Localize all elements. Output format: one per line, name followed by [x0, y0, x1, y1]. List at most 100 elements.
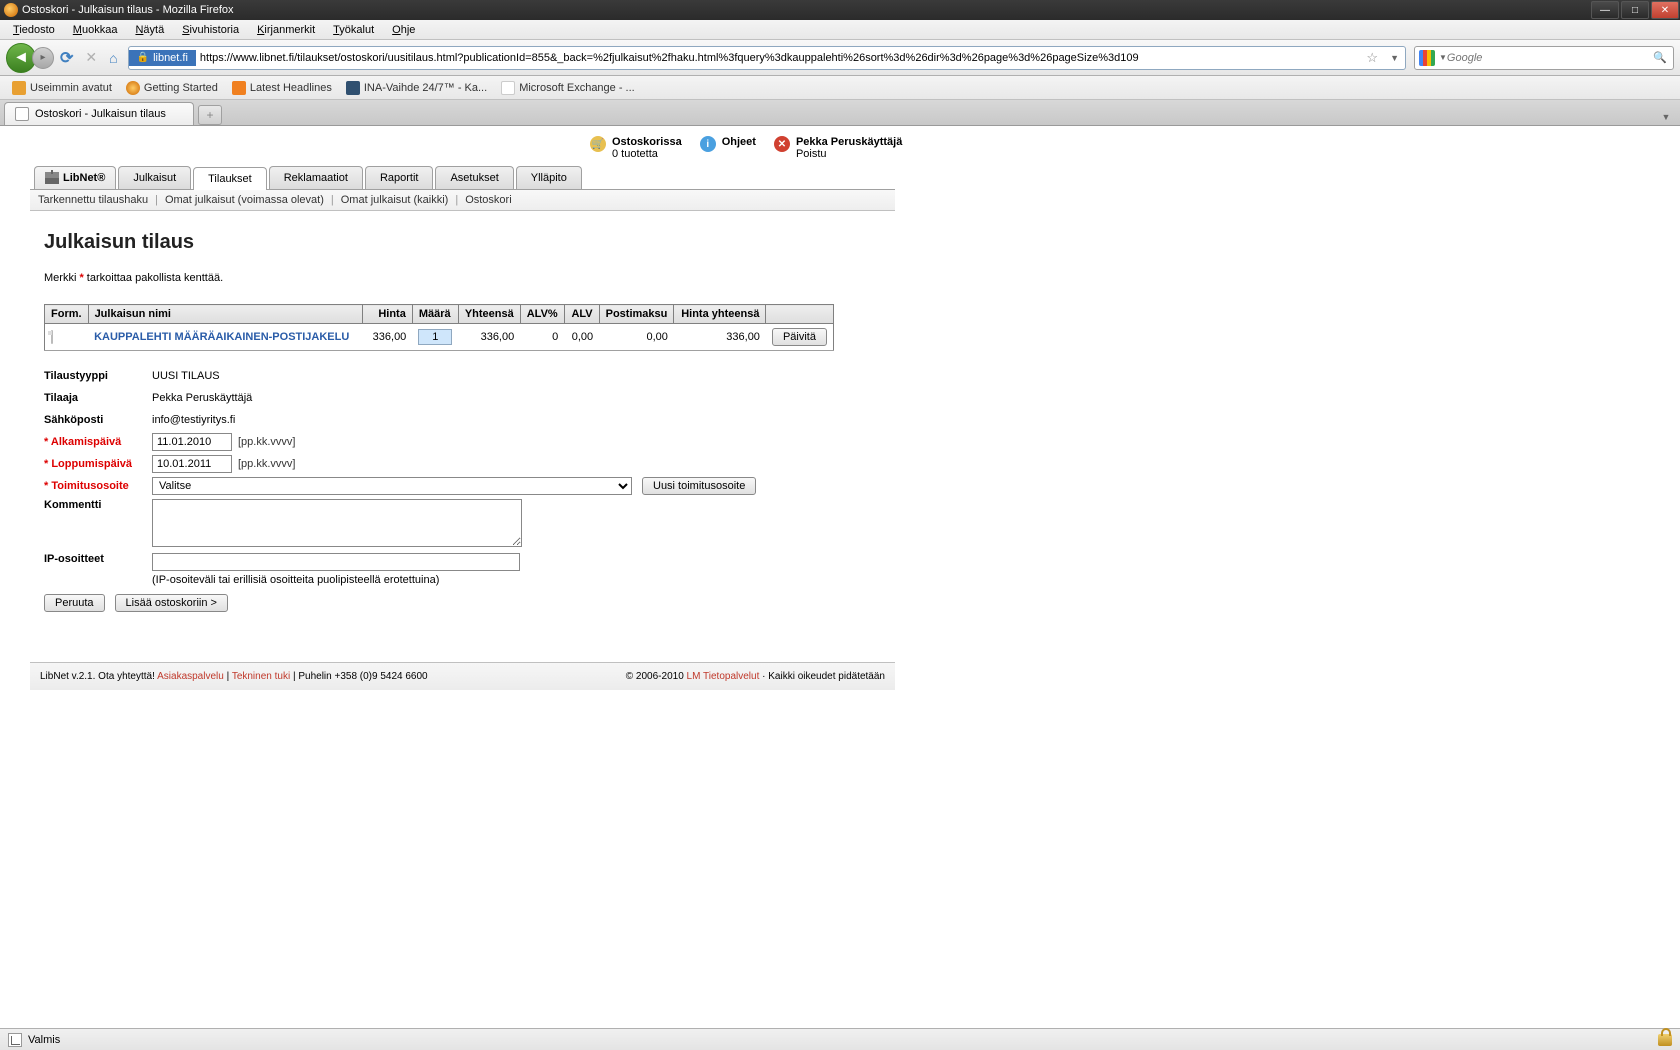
start-date-hint: [pp.kk.vvvv]: [238, 436, 295, 448]
folder-icon: [12, 81, 26, 95]
url-dropdown-icon[interactable]: ▼: [1384, 53, 1405, 63]
menu-tools[interactable]: Työkalut: [324, 22, 383, 38]
bookmark-most-visited[interactable]: Useimmin avatut: [6, 79, 118, 97]
home-button[interactable]: ⌂: [109, 50, 117, 66]
browser-tab[interactable]: Ostoskori - Julkaisun tilaus: [4, 102, 194, 125]
end-date-input[interactable]: [152, 455, 232, 473]
status-text: Valmis: [28, 1034, 60, 1046]
menu-file[interactable]: Tiedosto: [4, 22, 64, 38]
tab-raportit[interactable]: Raportit: [365, 166, 434, 189]
add-to-cart-button[interactable]: Lisää ostoskoriin >: [115, 594, 228, 612]
close-button[interactable]: ✕: [1651, 1, 1679, 19]
minimize-button[interactable]: —: [1591, 1, 1619, 19]
user-link[interactable]: ✕ Pekka PeruskäyttäjäPoistu: [774, 136, 902, 160]
brand-tab[interactable]: LibNet®: [34, 166, 116, 189]
sub-nav: Tarkennettu tilaushaku| Omat julkaisut (…: [30, 189, 895, 211]
tab-tilaukset[interactable]: Tilaukset: [193, 167, 267, 190]
comment-textarea[interactable]: [152, 499, 522, 547]
statusbar-icon: [8, 1033, 22, 1047]
bookmark-latest-headlines[interactable]: Latest Headlines: [226, 79, 338, 97]
table-header-row: Form. Julkaisun nimi Hinta Määrä Yhteens…: [45, 305, 834, 324]
col-vat: ALV: [564, 305, 599, 324]
subnav-own-active[interactable]: Omat julkaisut (voimassa olevat): [165, 194, 324, 206]
page-title: Julkaisun tilaus: [44, 231, 881, 254]
bookmark-exchange[interactable]: Microsoft Exchange - ...: [495, 79, 641, 97]
search-input[interactable]: [1447, 52, 1647, 64]
col-post: Postimaksu: [599, 305, 674, 324]
label-ip: IP-osoitteet: [44, 553, 152, 565]
stop-button[interactable]: ✕: [85, 49, 97, 66]
tab-bar: Ostoskori - Julkaisun tilaus + ▼: [0, 100, 1680, 126]
col-name: Julkaisun nimi: [88, 305, 363, 324]
maximize-button[interactable]: □: [1621, 1, 1649, 19]
col-qty: Määrä: [412, 305, 458, 324]
user-bar: 🛒 Ostoskorissa0 tuotetta i Ohjeet ✕ Pekk…: [30, 136, 1680, 160]
tab-reklamaatiot[interactable]: Reklamaatiot: [269, 166, 363, 189]
subnav-cart[interactable]: Ostoskori: [465, 194, 511, 206]
content-area: Julkaisun tilaus Merkki * tarkoittaa pak…: [30, 211, 895, 622]
search-icon[interactable]: 🔍: [1647, 51, 1673, 64]
brand-label: LibNet®: [63, 172, 105, 184]
tab-yllapito[interactable]: Ylläpito: [516, 166, 582, 189]
cancel-button[interactable]: Peruuta: [44, 594, 105, 612]
forward-button[interactable]: ▸: [32, 47, 54, 69]
footer-link-tech[interactable]: Tekninen tuki: [232, 671, 290, 682]
menu-help[interactable]: Ohje: [383, 22, 424, 38]
bookmark-star-icon[interactable]: ☆: [1360, 50, 1384, 66]
bookmark-ina[interactable]: INA-Vaihde 24/7™ - Ka...: [340, 79, 493, 97]
site-identity-badge[interactable]: 🔒 libnet.fi: [129, 50, 196, 66]
col-total: Hinta yhteensä: [674, 305, 766, 324]
cart-label: Ostoskorissa: [612, 136, 682, 148]
label-orderer: Tilaaja: [44, 392, 152, 404]
label-end-date: * Loppumispäivä: [44, 458, 152, 470]
nav-toolbar: ◄ ▸ ⟳ ✕ ⌂ 🔒 libnet.fi ☆ ▼ ▼ 🔍: [0, 40, 1680, 76]
label-delivery-address: * Toimitusosoite: [44, 480, 152, 492]
value-order-type: UUSI TILAUS: [152, 370, 220, 382]
table-row: KAUPPALEHTI MÄÄRÄAIKAINEN-POSTIJAKELU 33…: [45, 324, 834, 351]
reload-button[interactable]: ⟳: [60, 48, 73, 68]
tab-asetukset[interactable]: Asetukset: [435, 166, 513, 189]
menu-edit[interactable]: Muokkaa: [64, 22, 127, 38]
value-email: info@testiyritys.fi: [152, 414, 235, 426]
user-name: Pekka Peruskäyttäjä: [796, 136, 902, 148]
menu-bookmarks[interactable]: Kirjanmerkit: [248, 22, 324, 38]
menu-history[interactable]: Sivuhistoria: [173, 22, 248, 38]
url-input[interactable]: [196, 52, 1361, 64]
new-address-button[interactable]: Uusi toimitusosoite: [642, 477, 756, 495]
tab-julkaisut[interactable]: Julkaisut: [118, 166, 191, 189]
value-orderer: Pekka Peruskäyttäjä: [152, 392, 252, 404]
search-engine-dropdown-icon[interactable]: ▼: [1439, 53, 1447, 62]
bookmark-label: INA-Vaihde 24/7™ - Ka...: [364, 82, 487, 94]
tab-list-dropdown-icon[interactable]: ▼: [1658, 109, 1674, 125]
cart-icon: 🛒: [590, 136, 606, 152]
footer-link-support[interactable]: Asiakaspalvelu: [157, 671, 224, 682]
page-footer: LibNet v.2.1. Ota yhteyttä! Asiakaspalve…: [30, 662, 895, 690]
col-subtotal: Yhteensä: [458, 305, 520, 324]
window-titlebar: Ostoskori - Julkaisun tilaus - Mozilla F…: [0, 0, 1680, 20]
row-total: 336,00: [674, 324, 766, 351]
row-vat: 0,00: [564, 324, 599, 351]
footer-link-company[interactable]: LM Tietopalvelut: [687, 671, 760, 682]
start-date-input[interactable]: [152, 433, 232, 451]
ip-input[interactable]: [152, 553, 520, 571]
label-order-type: Tilaustyyppi: [44, 370, 152, 382]
delivery-address-select[interactable]: Valitse: [152, 477, 632, 495]
row-form-icon: [45, 324, 89, 351]
update-button[interactable]: Päivitä: [772, 328, 827, 346]
menu-view[interactable]: Näytä: [126, 22, 173, 38]
search-box[interactable]: ▼ 🔍: [1414, 46, 1674, 70]
row-publication-name[interactable]: KAUPPALEHTI MÄÄRÄAIKAINEN-POSTIJAKELU: [88, 324, 363, 351]
site-identity-text: libnet.fi: [153, 52, 188, 64]
logout-label: Poistu: [796, 148, 902, 160]
subnav-own-all[interactable]: Omat julkaisut (kaikki): [341, 194, 449, 206]
qty-input[interactable]: [418, 329, 452, 345]
label-comment: Kommentti: [44, 499, 152, 511]
new-tab-button[interactable]: +: [198, 105, 222, 125]
bookmark-getting-started[interactable]: Getting Started: [120, 79, 224, 97]
site-icon: [346, 81, 360, 95]
cart-link[interactable]: 🛒 Ostoskorissa0 tuotetta: [590, 136, 682, 160]
cart-count: 0 tuotetta: [612, 148, 682, 160]
url-bar[interactable]: 🔒 libnet.fi ☆ ▼: [128, 46, 1406, 70]
help-link[interactable]: i Ohjeet: [700, 136, 756, 152]
subnav-advanced-search[interactable]: Tarkennettu tilaushaku: [38, 194, 148, 206]
